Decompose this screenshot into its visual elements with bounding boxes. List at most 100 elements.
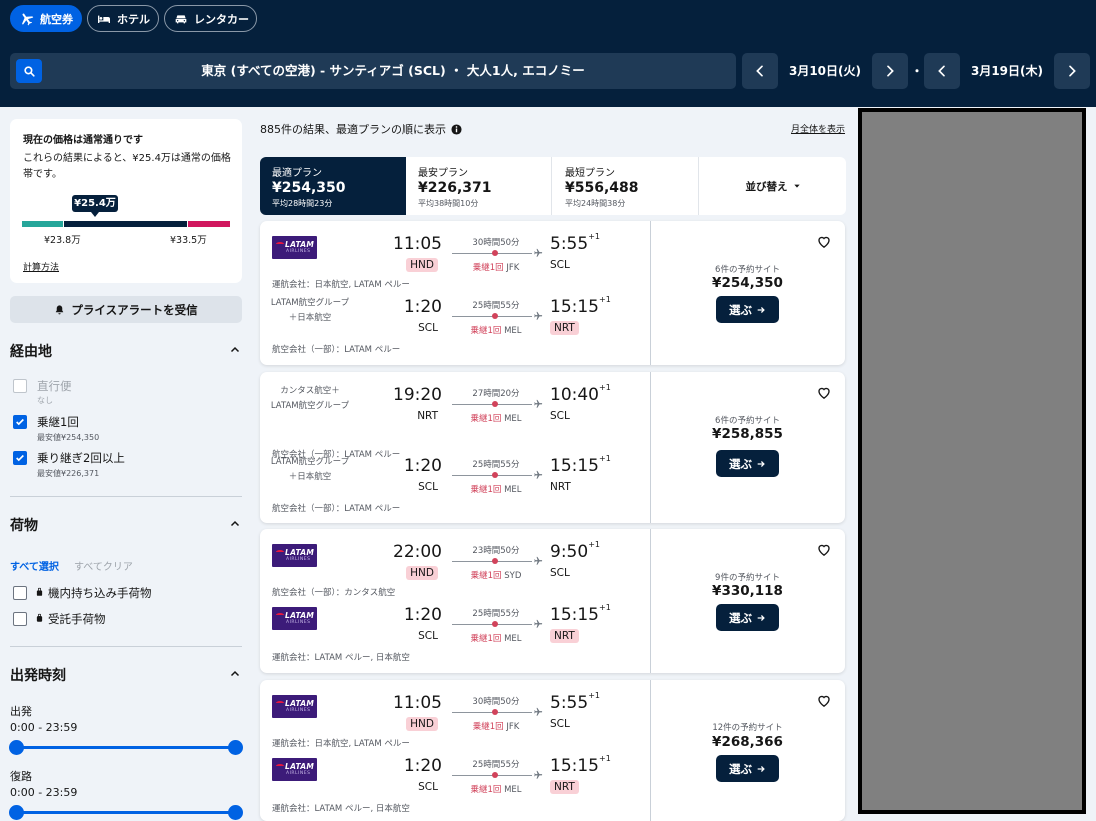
return-time-slider-min-handle[interactable] [9,805,24,820]
sort-by-label: 並び替え [745,180,788,193]
sort-tab-best[interactable]: 最適プラン ¥254,350 平均28時間23分 [260,157,406,215]
sort-tab-cheapest[interactable]: 最安プラン ¥226,371 平均38時間10分 [406,157,552,215]
two-plus-stops-sub: 最安値¥226,371 [37,469,100,478]
check-icon [16,418,24,426]
chevron-up-icon[interactable] [229,668,241,680]
latam-airline-logo: LATAM AIRLINES [272,236,317,259]
flight-result-card[interactable]: LATAM AIRLINES 11:05 HND 30時間50分 乗継1回 JFK 5:55… [260,221,845,365]
select-all-link[interactable]: すべて選択 [10,558,59,573]
heart-icon[interactable] [816,693,832,708]
airline-logo-text: LATAM [285,699,315,708]
next-day-indicator: +1 [588,232,600,241]
sort-tab-price: ¥556,488 [565,180,639,196]
select-button[interactable]: 選ぶ [716,296,779,323]
stop-dot [492,313,498,319]
booking-sites-count: 6件の予約サイト [715,265,780,275]
sort-tab-detail: 平均28時間23分 [272,199,333,208]
tab-label: 航空券 [40,12,73,26]
select-button[interactable]: 選ぶ [716,450,779,477]
outbound-next-date-button[interactable] [872,53,908,89]
outbound-prev-date-button[interactable] [742,53,778,89]
sort-tab-fastest[interactable]: 最短プラン ¥556,488 平均24時間38分 [553,157,699,215]
latam-swoosh-icon [276,550,284,554]
return-next-date-button[interactable] [1054,53,1090,89]
tab-car-rental[interactable]: レンタカー [164,5,257,32]
show-whole-month-link[interactable]: 月全体を表示 [791,122,845,135]
search-summary-text: 東京 (すべての空港) - サンティアゴ (SCL) ・ 大人1人, エコノミー [201,63,585,78]
chevron-up-icon[interactable] [229,344,241,356]
arrival-time-text: 15:15 [550,756,599,776]
sort-by-dropdown[interactable]: 並び替え [700,157,846,215]
one-stop-checkbox[interactable] [13,415,27,429]
return-prev-date-button[interactable] [924,53,960,89]
sort-tab-detail: 平均38時間10分 [418,199,479,208]
heart-icon[interactable] [816,385,832,400]
return-time-slider-max-handle[interactable] [228,805,243,820]
outbound-arrival-time: 5:55+1 [550,691,600,713]
sort-tab-label: 最安プラン [418,168,468,179]
outbound-arrival-airport: SCL [550,410,570,422]
section-divider [10,646,242,647]
latam-airline-logo: LATAM AIRLINES [272,607,317,630]
return-time-slider-track[interactable] [16,811,236,814]
checked-bag-checkbox[interactable] [13,612,27,626]
advertisement-placeholder [858,108,1086,814]
outbound-time-slider-max-handle[interactable] [228,740,243,755]
flight-result-card[interactable]: LATAM AIRLINES 22:00 HND 23時間50分 乗継1回 SYD 9:50… [260,529,845,673]
stop-count: 乗継1回 [472,263,504,273]
stop-airport: SYD [504,571,522,581]
return-departure-time: 1:20 [403,297,442,317]
chevron-left-icon [756,65,763,77]
airport-code: SCL [418,781,438,793]
heart-icon[interactable] [816,234,832,249]
airline-logo-subtext: AIRLINES [286,771,311,776]
plane-icon [534,248,543,257]
return-departure-airport: SCL [368,630,438,642]
return-departure-time: 1:20 [403,605,442,625]
select-button[interactable]: 選ぶ [716,755,779,782]
sort-tab-detail: 平均24時間38分 [565,199,626,208]
select-button-label: 選ぶ [729,761,752,776]
two-plus-stops-checkbox[interactable] [13,451,27,465]
calculation-method-link[interactable]: 計算方法 [23,260,59,273]
checked-bag-label: 受託手荷物 [48,612,106,626]
plane-icon [534,311,543,320]
outbound-departure-airport: NRT [368,410,438,422]
search-button[interactable] [16,59,42,83]
arrow-right-icon [757,765,765,772]
info-icon[interactable] [451,123,462,135]
select-button[interactable]: 選ぶ [716,604,779,631]
outbound-date[interactable]: 3月10日(火) [780,53,870,89]
return-date[interactable]: 3月19日(木) [962,53,1052,89]
tab-label: ホテル [117,12,150,26]
return-arrival-airport: NRT [550,780,579,794]
latam-swoosh-icon [276,701,284,705]
clear-all-link[interactable]: すべてクリア [74,558,133,573]
airport-code: SCL [418,481,438,493]
outbound-departure-airport: HND [368,717,438,731]
airport-code: HND [406,566,438,580]
direct-flight-checkbox[interactable] [13,379,27,393]
return-stops: 乗継1回 MEL [450,632,542,644]
sort-tabs: 最適プラン ¥254,350 平均28時間23分 最安プラン ¥226,371 … [260,157,846,215]
latam-swoosh-icon [276,764,284,768]
tab-flights[interactable]: 航空券 [10,5,82,32]
airport-code: SCL [550,567,570,579]
return-arrival-time: 15:15+1 [550,295,611,317]
outbound-time-slider-track[interactable] [16,746,236,749]
outbound-arrival-time: 9:50+1 [550,540,600,562]
return-departure-time: 1:20 [403,756,442,776]
price-alert-button[interactable]: プライスアラートを受信 [10,296,242,323]
airline-logo-text: LATAM [285,762,315,771]
flight-result-card[interactable]: LATAM AIRLINES 11:05 HND 30時間50分 乗継1回 JFK 5:55… [260,680,845,821]
carry-on-checkbox[interactable] [13,586,27,600]
outbound-time-slider-min-handle[interactable] [9,740,24,755]
flight-result-card[interactable]: カンタス航空＋LATAM航空グループ 19:20 NRT 27時間20分 乗継1回 ME… [260,372,845,523]
tab-hotels[interactable]: ホテル [87,5,159,32]
return-duration: 25時間55分 [472,460,520,470]
price-range-high-segment [188,221,230,227]
search-summary-bar[interactable]: 東京 (すべての空港) - サンティアゴ (SCL) ・ 大人1人, エコノミー [10,53,736,89]
return-departure-airport: SCL [368,322,438,334]
heart-icon[interactable] [816,542,832,557]
chevron-up-icon[interactable] [229,518,241,530]
